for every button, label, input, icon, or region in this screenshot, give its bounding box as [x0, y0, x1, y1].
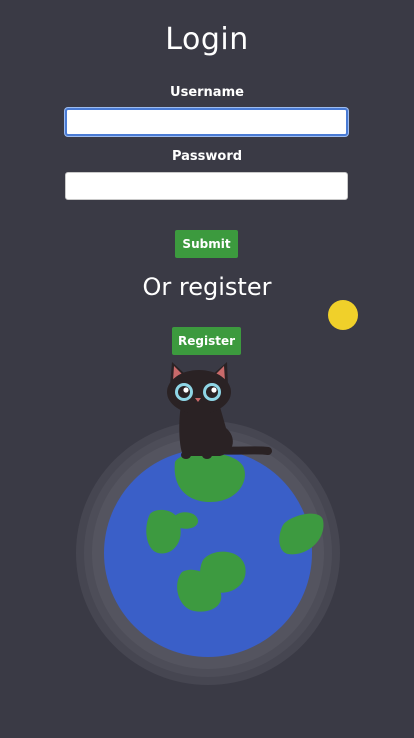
password-label: Password: [171, 149, 243, 164]
page-title: Login: [165, 22, 249, 57]
password-input[interactable]: [65, 172, 348, 200]
username-label: Username: [170, 85, 244, 100]
register-button[interactable]: Register: [172, 327, 241, 355]
cat-on-planet-illustration: [76, 362, 340, 685]
username-input[interactable]: [65, 108, 348, 136]
sun-icon: [328, 300, 358, 330]
submit-button[interactable]: Submit: [175, 230, 238, 258]
register-heading: Or register: [142, 273, 272, 301]
login-page: Login Username Password Submit Or regist…: [0, 0, 414, 738]
